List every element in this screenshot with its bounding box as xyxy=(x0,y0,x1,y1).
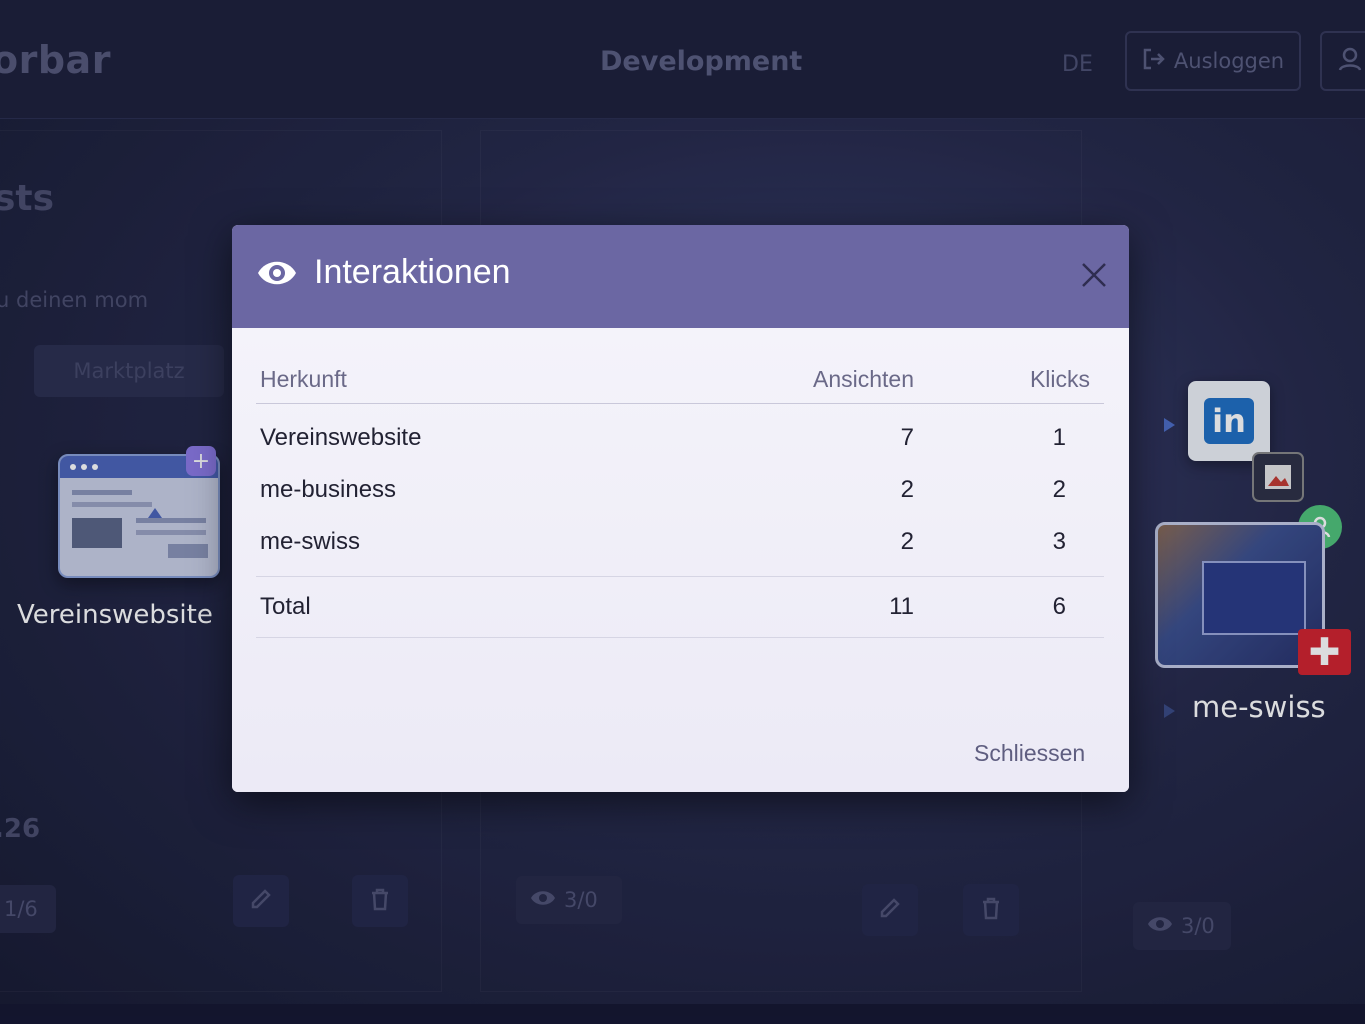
modal-title: Interaktionen xyxy=(314,253,511,291)
close-button[interactable] xyxy=(1078,259,1110,291)
row-clicks: 2 xyxy=(1052,476,1066,503)
row-source: me-swiss xyxy=(260,528,360,555)
row-views: 2 xyxy=(900,476,914,503)
column-header-views: Ansichten xyxy=(710,358,942,404)
schliessen-button[interactable]: Schliessen xyxy=(974,740,1085,767)
row-source: me-business xyxy=(260,476,397,503)
row-clicks: 3 xyxy=(1052,528,1066,555)
modal-body: Herkunft Ansichten Klicks Vereinswebsite… xyxy=(232,328,1129,792)
eye-icon xyxy=(256,257,298,293)
table-row: me-business 2 2 xyxy=(256,464,1104,516)
column-header-source: Herkunft xyxy=(256,358,710,404)
row-views: 2 xyxy=(900,528,914,555)
table-row: me-swiss 2 3 xyxy=(256,516,1104,577)
close-icon xyxy=(1078,263,1110,295)
row-source: Vereinswebsite xyxy=(260,424,422,451)
row-views: 7 xyxy=(900,424,914,451)
row-clicks: 1 xyxy=(1052,424,1066,451)
interactions-modal: Interaktionen Herkunft Ansichten Klicks … xyxy=(232,225,1129,792)
total-label: Total xyxy=(256,576,710,638)
column-header-clicks: Klicks xyxy=(942,358,1104,404)
total-views: 11 xyxy=(710,576,942,638)
total-clicks: 6 xyxy=(942,576,1104,638)
total-row: Total 11 6 xyxy=(256,576,1104,638)
modal-header: Interaktionen xyxy=(232,225,1129,328)
table-header-row: Herkunft Ansichten Klicks xyxy=(256,358,1104,404)
interactions-table: Herkunft Ansichten Klicks Vereinswebsite… xyxy=(256,358,1104,638)
table-row: Vereinswebsite 7 1 xyxy=(256,404,1104,465)
